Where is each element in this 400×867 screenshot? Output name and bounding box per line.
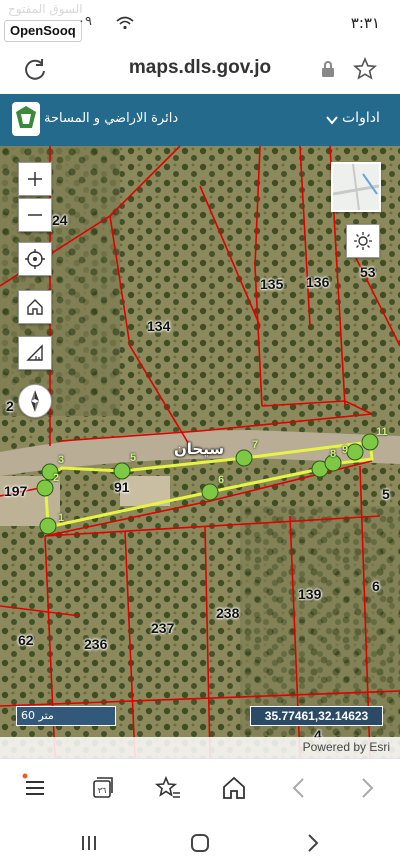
star-list-icon [154,775,180,798]
url-text[interactable]: maps.dls.gov.jo [0,57,400,79]
basemap-thumbnail[interactable] [331,162,381,212]
svg-text:٣٦: ٣٦ [98,786,107,795]
attribution-text: Powered by Esri [302,740,390,754]
parcel-label: 197 [4,483,28,499]
parcel-label: 236 [84,636,108,652]
waypoint-label: 3 [58,454,65,466]
system-home-button[interactable] [187,830,213,856]
home-icon [27,299,43,315]
recent-apps-button[interactable] [76,830,102,856]
parcel-label: 6 [372,578,380,594]
status-bar: السوق المفتوح OpenSooq ٠٩ ٣:٣١ [0,0,400,44]
circle-home-icon [191,834,209,852]
department-logo [12,102,40,136]
waypoint-label: 6 [218,474,225,486]
crosshair-icon [25,249,45,269]
menu-icon [22,773,44,795]
waypoint-label: 11 [376,426,388,438]
chevron-right-icon [308,834,319,852]
wifi-icon [116,16,134,30]
parcel-label: 135 [260,276,284,292]
watermark-logo: OpenSooq [4,20,82,42]
measure-button[interactable] [18,336,52,370]
map-view[interactable]: 1 2 3 5 6 7 8 9 11 24 135 136 53 134 2 1… [0,146,400,758]
waypoint-label: 9 [342,444,349,456]
scale-bar: 60 متر [16,706,116,726]
waypoint-label: 8 [330,448,337,460]
tools-label: اداوات [342,110,380,126]
waypoint-marker [235,449,253,467]
waypoint-marker [36,479,54,497]
parcel-label: 139 [298,586,322,602]
lock-icon [322,61,334,77]
waypoint-label: 2 [53,472,60,484]
chevron-right-icon [362,778,374,798]
recent-apps-icon [82,836,96,850]
app-header: دائرة الاراضي و المساحة اداوات [0,94,400,146]
basemap-toggle-button[interactable] [346,224,380,258]
tabs-icon: ٣٦ [93,777,113,798]
plus-icon [28,172,42,186]
parcel-label: 5 [382,486,390,502]
compass-icon [31,390,39,412]
locate-button[interactable] [18,242,52,276]
coordinates-readout: 35.77461,32.14623 [250,706,383,726]
status-time: ٣:٣١ [350,14,380,32]
browser-home-button[interactable] [219,773,249,803]
waypoint-marker [346,443,364,461]
parcel-label: 91 [114,479,130,495]
system-nav-bar [0,818,400,867]
chevron-down-icon [326,116,338,125]
chevron-left-icon [292,778,304,798]
zoom-in-button[interactable] [18,162,52,196]
back-button[interactable] [284,773,314,803]
attribution-bar: Powered by Esri [0,737,400,758]
department-title: دائرة الاراضي و المساحة [44,111,179,126]
system-back-button[interactable] [300,830,326,856]
waypoint-marker [113,462,131,480]
browser-url-bar: maps.dls.gov.jo [0,44,400,94]
waypoint-label: 7 [252,439,259,451]
parcel-label: 2 [6,398,14,414]
favorites-button[interactable] [153,773,183,803]
road-name-label: سيحان [174,440,225,458]
waypoint-marker [201,483,219,501]
waypoint-label: 5 [130,452,137,464]
parcel-label: 62 [18,632,34,648]
compass-button[interactable] [18,384,52,418]
ruler-icon [26,344,43,361]
watermark-text: السوق المفتوح [8,2,83,16]
waypoint-label: 1 [58,512,65,524]
parcel-label: 24 [52,212,68,228]
menu-button[interactable] [20,773,50,803]
star-icon[interactable] [352,56,378,82]
tabs-button[interactable]: ٣٦ [87,773,117,803]
parcel-label: 53 [360,264,376,280]
home-extent-button[interactable] [18,290,52,324]
parcel-label: 238 [216,605,240,621]
parcel-label: 134 [147,318,171,334]
browser-bottom-nav: ٣٦ [0,758,400,819]
minus-icon [28,214,42,216]
status-left-text: ٠٩ [78,14,92,29]
home-icon [223,776,245,799]
tools-menu[interactable]: اداوات [322,104,392,136]
waypoint-marker [39,517,57,535]
parcel-label: 136 [306,274,330,290]
parcel-label: 237 [151,620,175,636]
forward-button[interactable] [352,773,382,803]
zoom-out-button[interactable] [18,198,52,232]
brightness-icon [354,232,372,250]
